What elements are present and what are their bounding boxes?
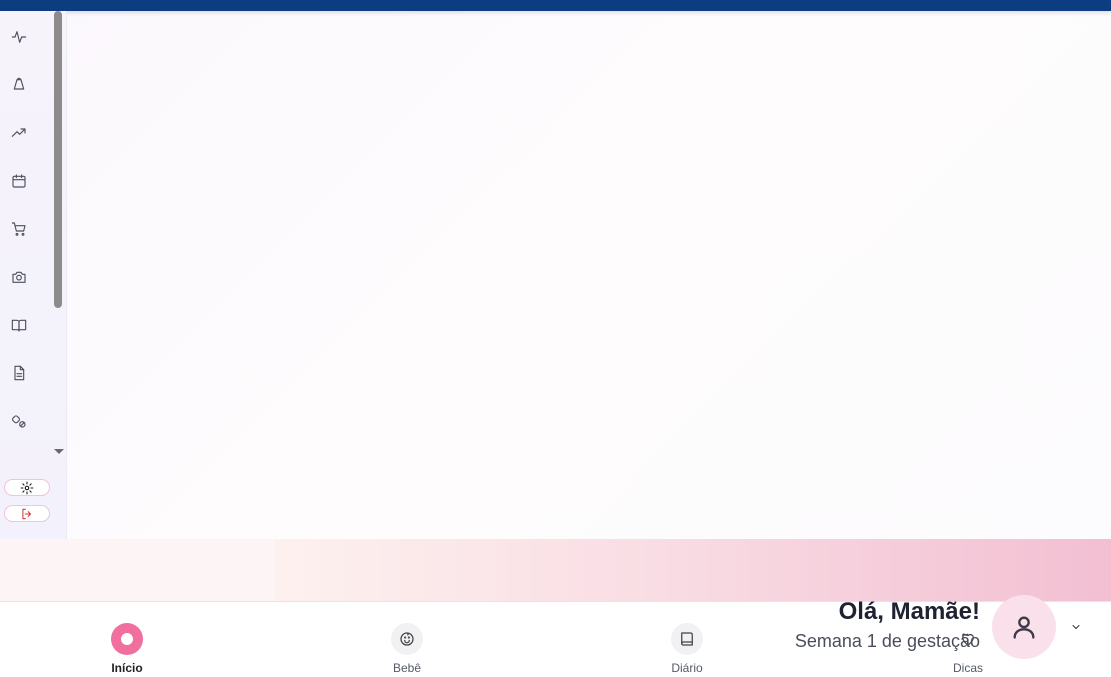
sidebar-item-notifications[interactable] (6, 72, 32, 98)
tab-label: Dicas (952, 661, 983, 675)
calendar-icon (12, 174, 26, 188)
cart-icon (11, 222, 26, 236)
tab-label: Início (111, 661, 143, 675)
banner-left-area (0, 539, 275, 601)
trending-up-icon (11, 128, 26, 137)
app-page: Início Bebê Diário Dicas Olá, Mamãe! Sem… (0, 0, 1111, 677)
home-dot-icon (111, 623, 143, 655)
sidebar-nav (0, 11, 52, 461)
scroll-down-arrow-icon[interactable] (54, 449, 64, 454)
sidebar-item-activity[interactable] (6, 24, 32, 50)
sidebar-item-reading[interactable] (6, 312, 32, 338)
pill-icon (12, 415, 26, 428)
tab-label: Bebê (392, 661, 422, 675)
tab-bebe[interactable]: Bebê (347, 602, 467, 677)
profile-menu-toggle[interactable] (1068, 619, 1084, 635)
baby-icon (391, 623, 423, 655)
sidebar-item-photos[interactable] (6, 264, 32, 290)
gear-icon (20, 481, 34, 494)
sidebar-item-documents[interactable] (6, 360, 32, 386)
bell-icon (13, 77, 25, 90)
scrollbar-thumb[interactable] (54, 11, 62, 308)
greeting-subtitle: Semana 1 de gestação (794, 631, 980, 651)
logout-icon (22, 508, 32, 519)
profile-avatar[interactable] (992, 595, 1056, 659)
sidebar-item-calendar[interactable] (6, 168, 32, 194)
logout-button[interactable] (4, 505, 50, 522)
document-icon (14, 365, 25, 381)
tab-inicio[interactable]: Início (67, 602, 187, 677)
tab-label: Diário (671, 661, 703, 675)
tab-diario[interactable]: Diário (627, 602, 747, 677)
chevron-down-icon (1072, 625, 1080, 629)
settings-button[interactable] (4, 479, 50, 496)
greeting-title: Olá, Mamãe! (838, 598, 980, 625)
camera-icon (12, 271, 26, 283)
sidebar-item-growth[interactable] (6, 120, 32, 146)
sidebar-item-medication[interactable] (6, 408, 32, 434)
book-open-icon (11, 319, 27, 332)
book-icon (671, 623, 703, 655)
activity-icon (11, 31, 27, 43)
sidebar (0, 11, 67, 539)
greeting: Olá, Mamãe! Semana 1 de gestação (795, 597, 980, 653)
sidebar-scrollbar[interactable] (52, 11, 65, 459)
top-bar (0, 0, 1111, 11)
sidebar-item-shopping[interactable] (6, 216, 32, 242)
user-icon (1013, 616, 1035, 639)
pink-banner (275, 539, 1111, 601)
